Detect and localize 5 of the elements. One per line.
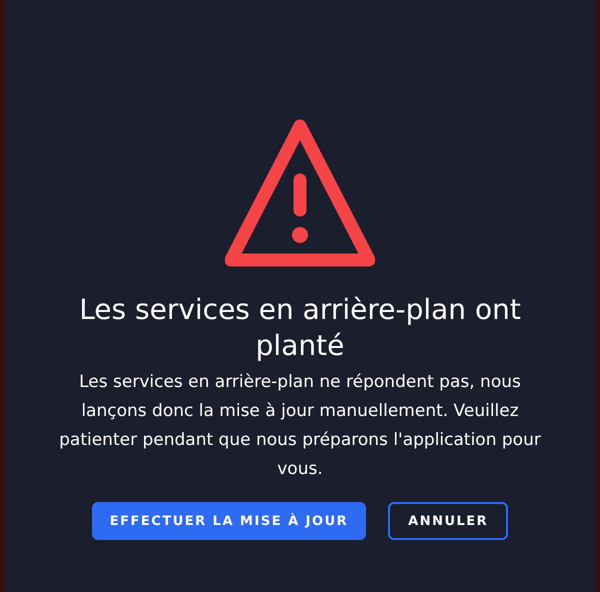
dialog-title: Les services en arrière-plan ont planté — [78, 292, 522, 364]
update-button[interactable]: EFFECTUER LA MISE À JOUR — [92, 502, 366, 540]
cancel-button[interactable]: ANNULER — [388, 502, 508, 540]
warning-icon — [225, 118, 375, 268]
dialog-message: Les services en arrière-plan ne répondent pas, nous lançons donc la mise à jour manuellement. Veuillez patienter pendant que nous préparons l'application pour vous. — [58, 371, 542, 481]
